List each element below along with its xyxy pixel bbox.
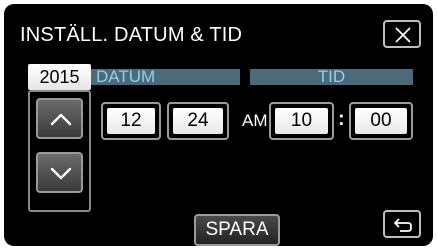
hour-value: 10 bbox=[275, 108, 328, 134]
back-button[interactable] bbox=[383, 210, 421, 238]
time-separator: : bbox=[338, 108, 345, 130]
chevron-up-icon bbox=[50, 113, 72, 126]
ampm-indicator: AM bbox=[242, 111, 268, 130]
return-icon bbox=[394, 218, 412, 232]
date-header: DATUM bbox=[91, 68, 240, 85]
month-value: 12 bbox=[107, 108, 155, 134]
stepper-panel bbox=[28, 90, 91, 212]
camera-settings-screen: INSTÄLL. DATUM & TID 2015 DATUM TID 12 2… bbox=[4, 4, 433, 246]
day-value: 24 bbox=[173, 108, 223, 134]
page-title: INSTÄLL. DATUM & TID bbox=[20, 24, 243, 46]
hour-field[interactable]: 10 bbox=[269, 102, 334, 140]
minute-field[interactable]: 00 bbox=[349, 102, 413, 140]
time-header: TID bbox=[250, 68, 413, 85]
increase-button[interactable] bbox=[36, 98, 83, 139]
save-button[interactable]: SPARA bbox=[194, 214, 280, 246]
day-field[interactable]: 24 bbox=[167, 102, 229, 140]
decrease-button[interactable] bbox=[36, 152, 83, 193]
chevron-down-icon bbox=[50, 167, 72, 180]
close-button[interactable] bbox=[383, 20, 421, 48]
year-field[interactable]: 2015 bbox=[28, 64, 91, 90]
minute-value: 00 bbox=[355, 108, 407, 134]
close-icon bbox=[395, 27, 411, 43]
month-field[interactable]: 12 bbox=[101, 102, 161, 140]
